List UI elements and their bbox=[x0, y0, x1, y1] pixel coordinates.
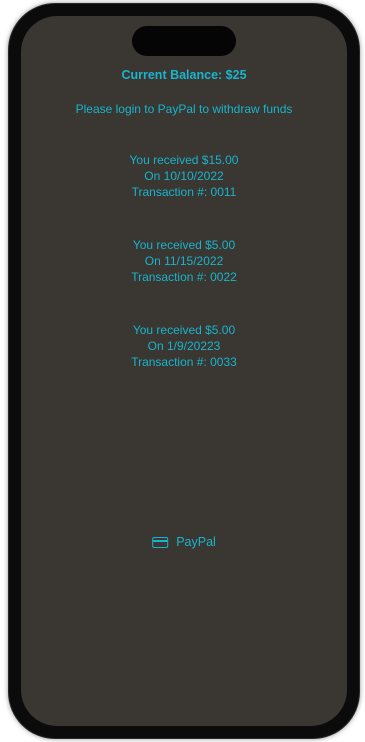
transaction-date: On 1/9/20223 bbox=[147, 339, 221, 353]
transaction-number: Transaction #: 0033 bbox=[131, 355, 237, 369]
login-message: Please login to PayPal to withdraw funds bbox=[75, 102, 293, 116]
transaction-item: You received $15.00 On 10/10/2022 Transa… bbox=[21, 152, 347, 237]
paypal-button-label: PayPal bbox=[176, 535, 216, 549]
transaction-number: Transaction #: 0022 bbox=[131, 270, 237, 284]
paypal-button[interactable]: PayPal bbox=[152, 534, 216, 550]
phone-frame: Current Balance: $25 Please login to Pay… bbox=[9, 4, 359, 738]
transaction-list: You received $15.00 On 10/10/2022 Transa… bbox=[21, 152, 347, 407]
transaction-amount: You received $5.00 bbox=[132, 238, 236, 252]
app-screen: Current Balance: $25 Please login to Pay… bbox=[21, 16, 347, 726]
transaction-amount: You received $5.00 bbox=[132, 323, 236, 337]
transaction-item: You received $5.00 On 11/15/2022 Transac… bbox=[21, 237, 347, 322]
transaction-item: You received $5.00 On 1/9/20223 Transact… bbox=[21, 322, 347, 407]
transaction-number: Transaction #: 0011 bbox=[131, 185, 237, 199]
transaction-date: On 10/10/2022 bbox=[144, 169, 224, 183]
transaction-date: On 11/15/2022 bbox=[144, 254, 224, 268]
current-balance: Current Balance: $25 bbox=[121, 68, 247, 82]
credit-card-icon bbox=[152, 536, 169, 548]
transaction-amount: You received $15.00 bbox=[129, 153, 239, 167]
dynamic-island bbox=[132, 26, 236, 56]
